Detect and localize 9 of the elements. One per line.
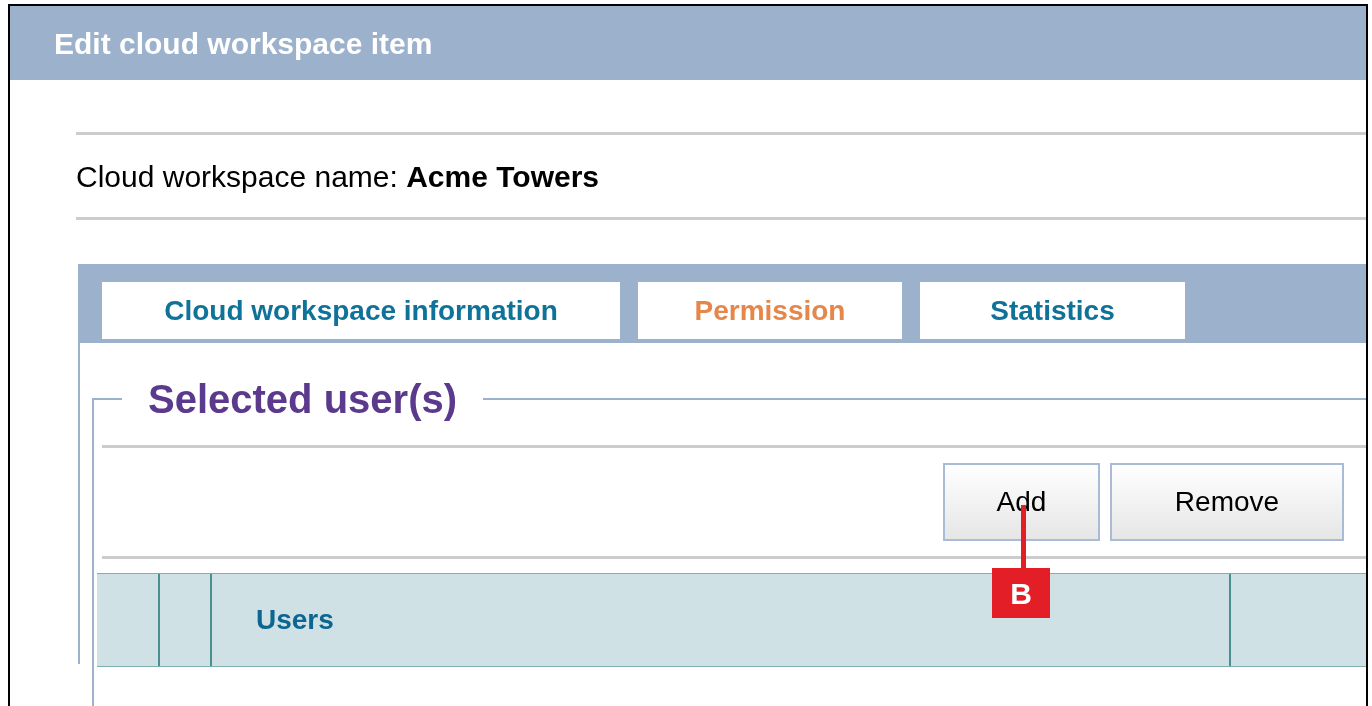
section-title: Selected user(s) xyxy=(147,376,459,423)
window-title: Edit cloud workspace item xyxy=(54,25,433,62)
action-button[interactable]: Add xyxy=(943,463,1100,541)
tab[interactable]: Statistics xyxy=(920,282,1185,339)
tab[interactable]: Cloud workspace information xyxy=(102,282,620,339)
column-header: Users xyxy=(256,603,334,637)
callout-badge: B xyxy=(992,568,1050,618)
action-button[interactable]: Remove xyxy=(1110,463,1344,541)
workspace-name: Cloud workspace name: Acme Towers xyxy=(76,158,600,195)
